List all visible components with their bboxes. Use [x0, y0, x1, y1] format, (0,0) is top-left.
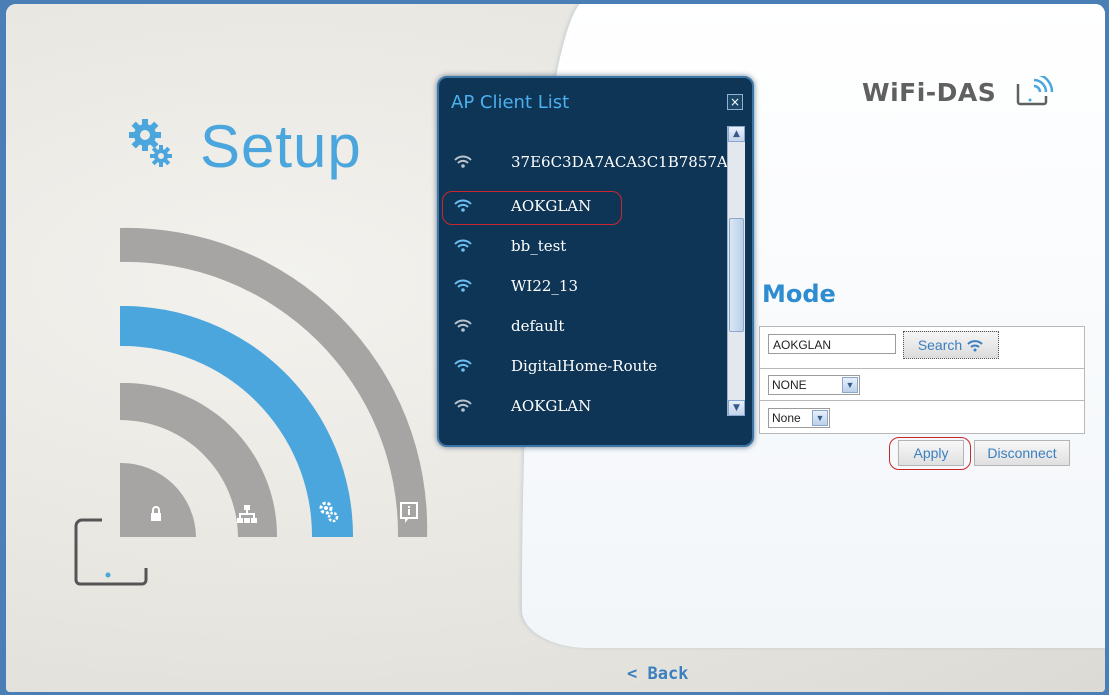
- list-scrollbar[interactable]: ▲ ▼: [727, 126, 745, 416]
- ap-ssid: AOKGLAN: [511, 397, 592, 415]
- list-item[interactable]: DigitalHome-Route: [445, 350, 727, 382]
- apply-highlight-ring: [889, 437, 971, 470]
- network-icon[interactable]: [237, 504, 257, 524]
- wifi-signal-icon: [454, 239, 472, 252]
- wifi-signal-icon: [454, 319, 472, 332]
- wifi-signal-icon: [967, 340, 983, 352]
- scroll-thumb[interactable]: [729, 218, 744, 332]
- router-icon: [74, 518, 148, 586]
- search-button-label: Search: [917, 337, 963, 353]
- security-select-value: NONE: [772, 378, 807, 392]
- ap-client-list-dialog: AP Client List × 37E6C3DA7ACA3C1B7857AC …: [437, 76, 754, 447]
- page-title: Setup: [200, 113, 362, 180]
- lock-icon[interactable]: [149, 506, 163, 522]
- chevron-down-icon[interactable]: ▼: [728, 400, 745, 416]
- ap-ssid: default: [511, 317, 565, 335]
- chevron-down-icon: ▼: [812, 410, 828, 426]
- ssid-input[interactable]: AOKGLAN: [768, 334, 896, 354]
- wifi-signal-icon: [454, 399, 472, 412]
- ap-list: 37E6C3DA7ACA3C1B7857AC AOKGLAN bb_test W…: [445, 126, 727, 416]
- list-item[interactable]: AOKGLAN: [445, 390, 727, 416]
- gear-icon[interactable]: [318, 500, 340, 524]
- list-item[interactable]: 37E6C3DA7ACA3C1B7857AC: [445, 146, 727, 178]
- mode-title: Mode: [762, 280, 836, 308]
- settings-gear-icon: [129, 119, 172, 167]
- chevron-down-icon: ▼: [842, 377, 858, 393]
- chevron-up-icon[interactable]: ▲: [728, 126, 745, 142]
- selected-ap-highlight-ring: [442, 191, 622, 225]
- disconnect-button[interactable]: Disconnect: [974, 440, 1070, 466]
- brand-logo-text: WiFi-DAS: [862, 78, 997, 107]
- encryption-select[interactable]: None ▼: [768, 408, 830, 428]
- list-item[interactable]: bb_test: [445, 230, 727, 262]
- dialog-title: AP Client List: [451, 92, 570, 113]
- wifi-signal-icon: [454, 359, 472, 372]
- list-item[interactable]: WI22_13: [445, 270, 727, 302]
- search-button[interactable]: Search: [903, 331, 999, 359]
- encryption-select-value: None: [772, 411, 801, 425]
- wifi-signal-icon: [454, 279, 472, 292]
- list-item[interactable]: default: [445, 310, 727, 342]
- ap-ssid: WI22_13: [511, 277, 579, 295]
- info-icon[interactable]: [400, 502, 418, 524]
- ap-ssid: bb_test: [511, 237, 567, 255]
- wifi-signal-icon: [454, 155, 472, 168]
- security-select[interactable]: NONE ▼: [768, 375, 860, 395]
- ap-ssid: DigitalHome-Route: [511, 357, 658, 375]
- ap-ssid: 37E6C3DA7ACA3C1B7857AC: [511, 153, 727, 171]
- close-icon[interactable]: ×: [727, 94, 743, 110]
- wifi-device-icon: [1016, 76, 1054, 106]
- back-link[interactable]: < Back: [627, 664, 688, 684]
